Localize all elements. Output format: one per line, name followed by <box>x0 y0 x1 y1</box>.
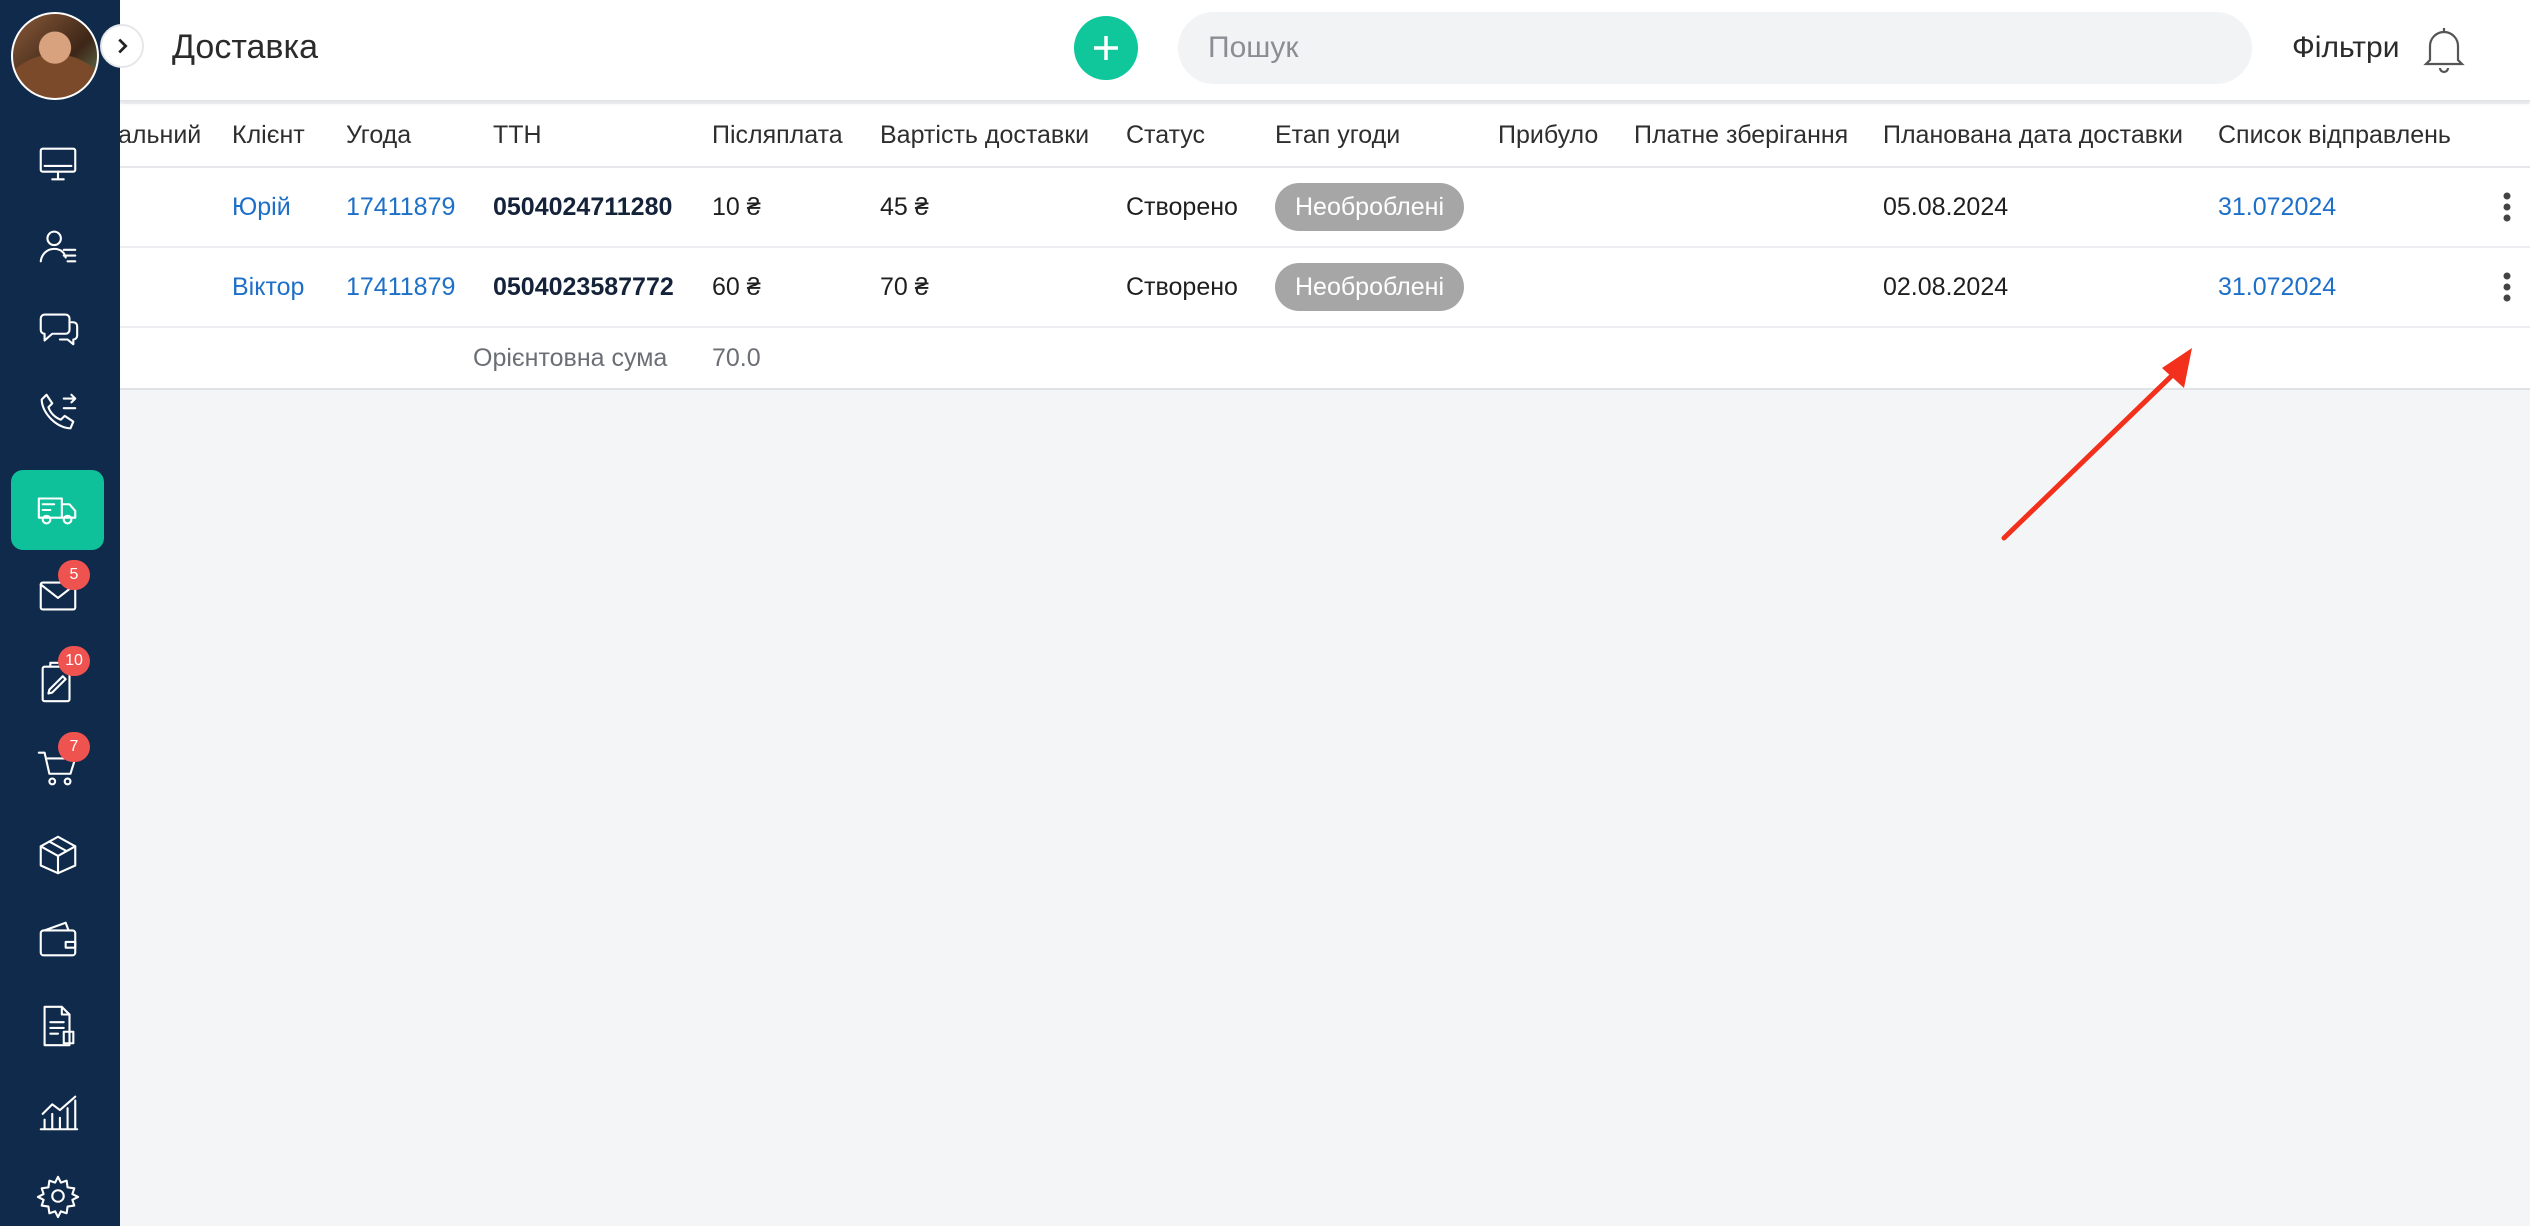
table-row[interactable]: Віктор 17411879 0504023587772 60 ₴ 70 ₴ … <box>120 248 2530 328</box>
sidebar-toggle-button[interactable] <box>100 24 144 68</box>
summary-label: Орієнтовна сума <box>473 343 668 372</box>
sidebar-item-settings[interactable] <box>11 1156 104 1226</box>
column-header[interactable]: Клієнт <box>232 104 305 166</box>
client-link[interactable]: Віктор <box>232 248 304 326</box>
deal-link[interactable]: 17411879 <box>346 248 455 326</box>
summary-value: 70.0 <box>712 343 761 372</box>
column-header[interactable]: Угода <box>346 104 411 166</box>
add-button[interactable] <box>1074 16 1138 80</box>
deal-link[interactable]: 17411879 <box>346 168 455 246</box>
column-header[interactable]: Планована дата доставки <box>1883 104 2183 166</box>
row-menu-button[interactable] <box>2502 248 2512 326</box>
document-icon <box>43 1005 74 1047</box>
status-value: Створено <box>1126 192 1238 221</box>
column-header[interactable]: Статус <box>1126 104 1205 166</box>
box-icon <box>39 835 76 875</box>
analytics-icon <box>39 1095 78 1131</box>
sidebar-item-contacts[interactable] <box>11 206 104 286</box>
planned-date-value: 05.08.2024 <box>1883 192 2009 221</box>
chevron-right-icon <box>118 38 128 54</box>
sidebar-item-analytics[interactable] <box>11 1072 104 1152</box>
sidebar-item-tasks[interactable]: 10 <box>11 642 104 722</box>
ttn-value: 0504023587772 <box>493 272 674 301</box>
mail-badge: 5 <box>58 560 90 590</box>
tasks-badge: 10 <box>58 646 90 676</box>
chat-icon <box>39 313 78 346</box>
sidebar-item-desktop[interactable] <box>11 124 104 204</box>
cod-value: 60 ₴ <box>712 272 761 301</box>
table-row[interactable]: Юрій 17411879 0504024711280 10 ₴ 45 ₴ Ст… <box>120 168 2530 248</box>
deal-stage-badge: Необроблені <box>1275 263 1465 311</box>
filters-button[interactable]: Фільтри <box>2292 31 2399 65</box>
top-bar: Доставка Фільтри <box>120 0 2530 102</box>
sidebar-item-chats[interactable] <box>11 288 104 368</box>
delivery-cost-value: 45 ₴ <box>880 192 929 221</box>
status-value: Створено <box>1126 272 1238 301</box>
orders-badge: 7 <box>58 732 90 762</box>
monitor-icon <box>39 147 76 181</box>
phone-icon <box>40 393 76 430</box>
column-header[interactable]: ТТН <box>493 104 542 166</box>
shipment-list-link[interactable]: 31.072024 <box>2218 248 2336 326</box>
column-header[interactable]: Платне зберігання <box>1634 104 1848 166</box>
sidebar-item-finance[interactable] <box>11 900 104 980</box>
column-header[interactable]: Етап угоди <box>1275 104 1400 166</box>
avatar[interactable] <box>11 12 99 100</box>
sidebar-item-orders[interactable]: 7 <box>11 728 104 808</box>
column-header[interactable]: альний <box>118 104 201 166</box>
column-header[interactable]: Вартість доставки <box>880 104 1089 166</box>
truck-icon <box>37 497 76 525</box>
more-vertical-icon <box>2503 272 2511 302</box>
planned-date-value: 02.08.2024 <box>1883 272 2009 301</box>
deal-stage-cell: Необроблені <box>1275 248 1465 326</box>
sidebar-item-delivery[interactable] <box>11 470 104 550</box>
sidebar-item-calls[interactable] <box>11 372 104 452</box>
gear-icon <box>36 1175 79 1219</box>
wallet-icon <box>39 921 76 957</box>
contacts-icon <box>39 230 76 263</box>
row-menu-button[interactable] <box>2502 168 2512 246</box>
delivery-cost-value: 70 ₴ <box>880 272 929 301</box>
sidebar-item-mail[interactable]: 5 <box>11 556 104 636</box>
deal-stage-cell: Необроблені <box>1275 168 1465 246</box>
more-vertical-icon <box>2503 192 2511 222</box>
plus-icon <box>1094 36 1118 60</box>
column-header[interactable]: Прибуло <box>1498 104 1598 166</box>
deal-stage-badge: Необроблені <box>1275 183 1465 231</box>
search-input[interactable] <box>1178 12 2252 84</box>
cod-value: 10 ₴ <box>712 192 761 221</box>
shipment-list-link[interactable]: 31.072024 <box>2218 168 2336 246</box>
page-title: Доставка <box>172 28 319 66</box>
sidebar-item-documents[interactable] <box>11 986 104 1066</box>
column-header[interactable]: Післяплата <box>712 104 843 166</box>
bell-icon <box>2423 28 2465 74</box>
table-header: альний Клієнт Угода ТТН Післяплата Варті… <box>118 104 2530 168</box>
annotation-arrow <box>2001 348 2192 541</box>
notifications-button[interactable] <box>2420 22 2468 74</box>
client-link[interactable]: Юрій <box>232 168 291 246</box>
column-header[interactable]: Список відправлень <box>2218 104 2451 166</box>
sidebar: 5 10 7 <box>0 0 120 1226</box>
sidebar-item-products[interactable] <box>11 814 104 894</box>
ttn-value: 0504024711280 <box>493 192 673 221</box>
